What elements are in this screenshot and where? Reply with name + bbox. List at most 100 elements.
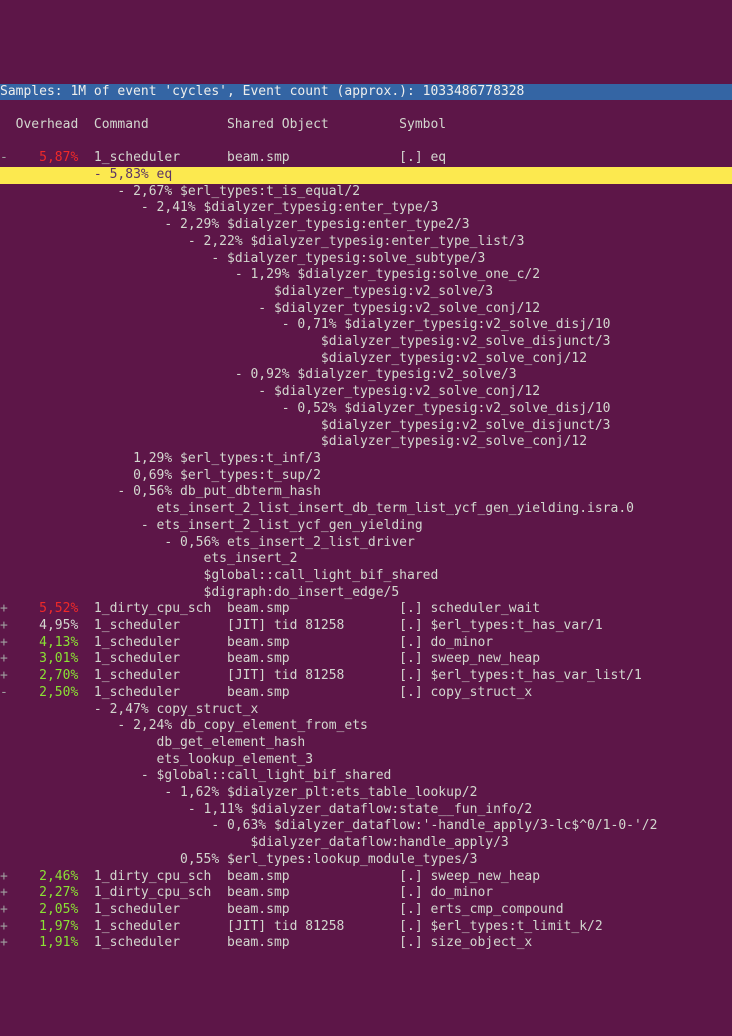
expand-mark[interactable] [0,384,8,399]
perf-row[interactable]: - 0,92% $dialyzer_typesig:v2_solve/3 [0,367,732,384]
expand-mark[interactable] [0,317,8,332]
expand-mark[interactable]: + [0,902,8,917]
expand-mark[interactable] [0,768,8,783]
perf-row[interactable]: - 1,11% $dialyzer_dataflow:state__fun_in… [0,802,732,819]
overhead-pct [31,802,78,817]
expand-mark[interactable]: + [0,869,8,884]
perf-row[interactable]: + 1,91% 1_scheduler beam.smp [.] size_ob… [0,935,732,952]
perf-row[interactable]: $global::call_light_bif_shared [0,568,732,585]
expand-mark[interactable] [0,568,8,583]
perf-row[interactable]: + 1,97% 1_scheduler [JIT] tid 81258 [.] … [0,919,732,936]
perf-row[interactable]: - 2,22% $dialyzer_typesig:enter_type_lis… [0,234,732,251]
expand-mark[interactable]: - [0,685,8,700]
expand-mark[interactable]: + [0,668,8,683]
expand-mark[interactable] [0,484,8,499]
perf-row[interactable]: - 0,56% db_put_dbterm_hash [0,484,732,501]
expand-mark[interactable] [0,267,8,282]
perf-row[interactable]: - 0,52% $dialyzer_typesig:v2_solve_disj/… [0,401,732,418]
perf-row[interactable]: $dialyzer_typesig:v2_solve_disjunct/3 [0,334,732,351]
expand-mark[interactable] [0,351,8,366]
perf-row[interactable]: 0,69% $erl_types:t_sup/2 [0,468,732,485]
perf-row[interactable]: + 2,05% 1_scheduler beam.smp [.] erts_cm… [0,902,732,919]
perf-row[interactable]: + 4,95% 1_scheduler [JIT] tid 81258 [.] … [0,618,732,635]
perf-row[interactable]: - $dialyzer_typesig:v2_solve_conj/12 [0,384,732,401]
perf-row[interactable]: - 2,24% db_copy_element_from_ets [0,718,732,735]
expand-mark[interactable] [0,451,8,466]
perf-row[interactable]: ets_lookup_element_3 [0,752,732,769]
perf-row[interactable]: ets_insert_2 [0,551,732,568]
expand-mark[interactable] [0,434,8,449]
expand-mark[interactable]: - [0,150,8,165]
perf-row[interactable]: - 2,50% 1_scheduler beam.smp [.] copy_st… [0,685,732,702]
perf-row[interactable]: - 5,83% eq [0,167,732,184]
expand-mark[interactable] [0,251,8,266]
expand-mark[interactable] [0,501,8,516]
perf-row[interactable]: + 2,27% 1_dirty_cpu_sch beam.smp [.] do_… [0,885,732,902]
perf-row[interactable]: + 4,13% 1_scheduler beam.smp [.] do_mino… [0,635,732,652]
perf-row[interactable]: - 2,47% copy_struct_x [0,702,732,719]
expand-mark[interactable] [0,334,8,349]
expand-mark[interactable] [0,802,8,817]
perf-row[interactable]: - $dialyzer_typesig:solve_subtype/3 [0,251,732,268]
expand-mark[interactable] [0,535,8,550]
expand-mark[interactable]: + [0,618,8,633]
expand-mark[interactable] [0,418,8,433]
expand-mark[interactable] [0,234,8,249]
perf-row[interactable]: - 2,67% $erl_types:t_is_equal/2 [0,184,732,201]
perf-row[interactable]: $dialyzer_typesig:v2_solve_conj/12 [0,351,732,368]
perf-row[interactable]: ets_insert_2_list_insert_db_term_list_yc… [0,501,732,518]
expand-mark[interactable]: + [0,651,8,666]
expand-mark[interactable] [0,401,8,416]
expand-mark[interactable]: + [0,601,8,616]
perf-row[interactable]: + 2,46% 1_dirty_cpu_sch beam.smp [.] swe… [0,869,732,886]
expand-mark[interactable] [0,585,8,600]
perf-row[interactable]: $digraph:do_insert_edge/5 [0,585,732,602]
perf-row[interactable]: - 1,29% $dialyzer_typesig:solve_one_c/2 [0,267,732,284]
expand-mark[interactable] [0,167,8,182]
expand-mark[interactable] [0,367,8,382]
expand-mark[interactable]: + [0,935,8,950]
perf-row[interactable]: - $dialyzer_typesig:v2_solve_conj/12 [0,301,732,318]
expand-mark[interactable] [0,468,8,483]
expand-mark[interactable] [0,702,8,717]
expand-mark[interactable] [0,518,8,533]
perf-row[interactable]: $dialyzer_typesig:v2_solve_disjunct/3 [0,418,732,435]
perf-row[interactable]: - 0,63% $dialyzer_dataflow:'-handle_appl… [0,818,732,835]
expand-mark[interactable] [0,301,8,316]
perf-row[interactable]: - 0,71% $dialyzer_typesig:v2_solve_disj/… [0,317,732,334]
perf-row[interactable]: - ets_insert_2_list_ycf_gen_yielding [0,518,732,535]
expand-mark[interactable] [0,735,8,750]
perf-row[interactable]: $dialyzer_typesig:v2_solve/3 [0,284,732,301]
perf-row[interactable]: + 3,01% 1_scheduler beam.smp [.] sweep_n… [0,651,732,668]
expand-mark[interactable] [0,835,8,850]
perf-row[interactable]: + 5,52% 1_dirty_cpu_sch beam.smp [.] sch… [0,601,732,618]
perf-row[interactable]: - 0,56% ets_insert_2_list_driver [0,535,732,552]
perf-row[interactable]: - $global::call_light_bif_shared [0,768,732,785]
perf-row[interactable]: db_get_element_hash [0,735,732,752]
perf-row[interactable]: $dialyzer_typesig:v2_solve_conj/12 [0,434,732,451]
perf-row[interactable]: - 2,29% $dialyzer_typesig:enter_type2/3 [0,217,732,234]
perf-row[interactable]: $dialyzer_dataflow:handle_apply/3 [0,835,732,852]
expand-mark[interactable] [0,217,8,232]
expand-mark[interactable] [0,785,8,800]
perf-row[interactable]: - 1,62% $dialyzer_plt:ets_table_lookup/2 [0,785,732,802]
expand-mark[interactable] [0,284,8,299]
expand-mark[interactable] [0,184,8,199]
expand-mark[interactable] [0,718,8,733]
expand-mark[interactable] [0,200,8,215]
overhead-pct: 4,95% [31,618,78,633]
perf-row[interactable]: 0,55% $erl_types:lookup_module_types/3 [0,852,732,869]
expand-mark[interactable] [0,852,8,867]
expand-mark[interactable] [0,818,8,833]
expand-mark[interactable]: + [0,919,8,934]
expand-mark[interactable] [0,551,8,566]
perf-row[interactable]: - 5,87% 1_scheduler beam.smp [.] eq [0,150,732,167]
perf-report-rows[interactable]: - 5,87% 1_scheduler beam.smp [.] eq - 5,… [0,150,732,952]
expand-mark[interactable] [0,752,8,767]
expand-mark[interactable]: + [0,885,8,900]
perf-row[interactable]: - 2,41% $dialyzer_typesig:enter_type/3 [0,200,732,217]
expand-mark[interactable]: + [0,635,8,650]
perf-row[interactable]: 1,29% $erl_types:t_inf/3 [0,451,732,468]
perf-row[interactable]: + 2,70% 1_scheduler [JIT] tid 81258 [.] … [0,668,732,685]
overhead-pct [31,317,78,332]
